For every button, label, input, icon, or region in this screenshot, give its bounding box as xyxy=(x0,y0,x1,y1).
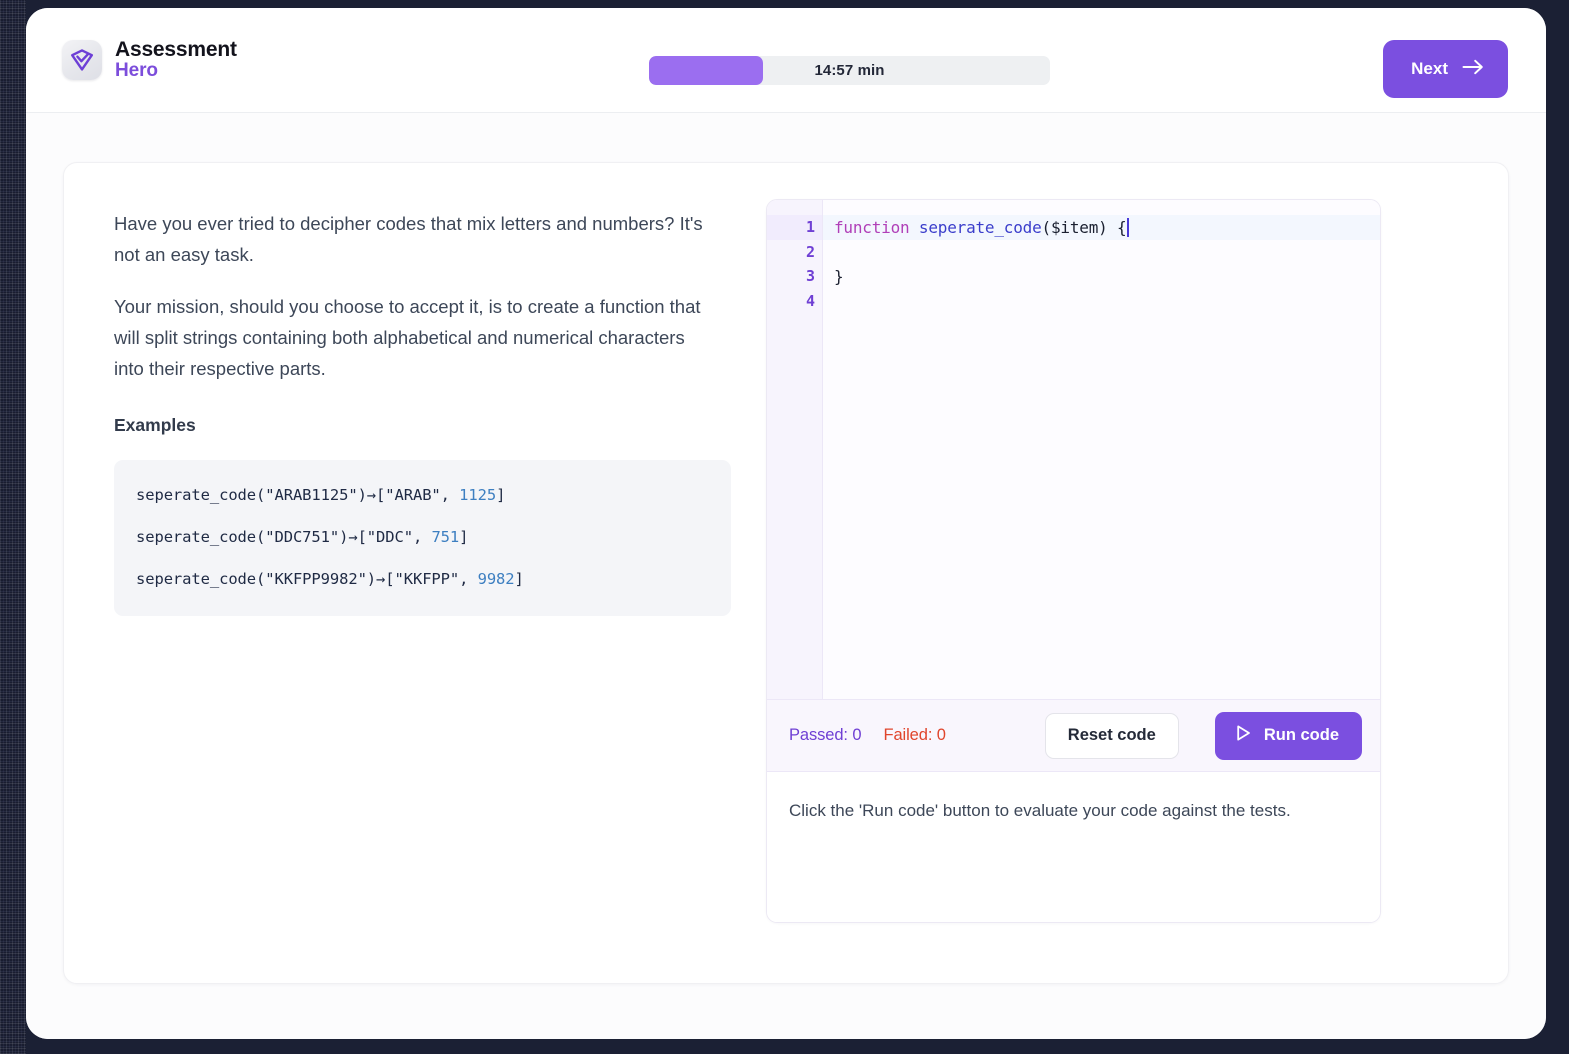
arrow-right-icon xyxy=(1462,59,1484,80)
example-result-suffix: ] xyxy=(496,485,506,504)
content-card: Have you ever tried to decipher codes th… xyxy=(63,162,1509,984)
example-call: seperate_code("KKFPP9982") xyxy=(136,569,377,588)
run-code-button[interactable]: Run code xyxy=(1214,711,1362,760)
code-editor-panel: 1 ⌄ 2 3 4 xyxy=(766,199,1381,923)
brand-line-hero: Hero xyxy=(115,60,158,82)
example-result-prefix: ["KKFPP", xyxy=(385,569,478,588)
example-call: seperate_code("ARAB1125") xyxy=(136,485,367,504)
app-window: Assessment Hero 14:57 min Next Have you … xyxy=(26,8,1546,1039)
example-arrow-icon: → xyxy=(348,527,358,546)
example-result-prefix: ["DDC", xyxy=(357,527,432,546)
example-result-number: 1125 xyxy=(459,485,497,504)
brand-text: Assessment Hero xyxy=(115,37,237,82)
line-number: 1 xyxy=(805,218,815,237)
line-number-row: 3 xyxy=(767,264,822,289)
example-arrow-icon: → xyxy=(366,485,377,504)
example-arrow-icon: → xyxy=(376,569,386,588)
code-text-area[interactable]: function seperate_code ($item) { } xyxy=(823,200,1380,699)
failed-count-label: Failed: 0 xyxy=(883,726,946,744)
brand-logo[interactable]: Assessment Hero xyxy=(62,37,237,82)
editor-column: 1 ⌄ 2 3 4 xyxy=(754,199,1508,983)
examples-heading: Examples xyxy=(114,414,196,435)
code-line: function seperate_code ($item) { xyxy=(823,215,1380,240)
reset-code-button[interactable]: Reset code xyxy=(1044,712,1179,759)
line-number-row: 1 ⌄ xyxy=(767,215,838,240)
text-cursor xyxy=(1127,217,1129,237)
shield-check-logo-icon xyxy=(62,39,102,80)
next-button[interactable]: Next xyxy=(1383,40,1508,98)
example-result-suffix: ] xyxy=(514,569,524,588)
play-icon xyxy=(1235,724,1252,747)
line-number-row: 4 xyxy=(767,289,822,314)
editor-status-bar: Passed: 0 Failed: 0 Reset code Run code xyxy=(767,699,1380,772)
code-token-function-name: seperate_code xyxy=(918,217,1042,237)
example-result-prefix: ["ARAB", xyxy=(376,485,460,504)
passed-count-label: Passed: 0 xyxy=(789,726,862,744)
output-message: Click the 'Run code' button to evaluate … xyxy=(789,801,1291,820)
editor-gutter: 1 ⌄ 2 3 4 xyxy=(767,200,838,699)
example-call: seperate_code("DDC751") xyxy=(136,527,349,546)
example-result-number: 751 xyxy=(431,527,460,546)
problem-statement-panel: Have you ever tried to decipher codes th… xyxy=(64,199,754,983)
example-line: seperate_code("DDC751")→["DDC", 751] xyxy=(136,528,709,546)
example-line: seperate_code("ARAB1125")→["ARAB", 1125] xyxy=(136,486,709,504)
timer-label: 14:57 min xyxy=(814,62,885,79)
example-result-suffix: ] xyxy=(459,527,469,546)
run-code-button-label: Run code xyxy=(1263,726,1339,744)
code-editor[interactable]: 1 ⌄ 2 3 4 xyxy=(767,200,1380,699)
example-result-number: 9982 xyxy=(477,569,515,588)
timer-progress-bar: 14:57 min xyxy=(649,56,1050,85)
test-output-panel: Click the 'Run code' button to evaluate … xyxy=(767,772,1380,922)
problem-paragraph-1: Have you ever tried to decipher codes th… xyxy=(114,213,703,265)
line-number: 3 xyxy=(805,267,815,286)
code-line: } xyxy=(834,266,844,286)
code-token-signature: ($item) { xyxy=(1041,217,1127,237)
next-button-label: Next xyxy=(1411,59,1448,78)
brand-line-assessment: Assessment xyxy=(115,37,237,61)
page-body: Have you ever tried to decipher codes th… xyxy=(26,113,1546,1039)
line-number: 2 xyxy=(805,242,815,261)
app-header: Assessment Hero 14:57 min Next xyxy=(26,8,1546,113)
problem-paragraph-2: Your mission, should you choose to accep… xyxy=(114,296,701,379)
line-number: 4 xyxy=(805,291,815,310)
code-token-keyword: function xyxy=(834,217,910,237)
examples-block: seperate_code("ARAB1125")→["ARAB", 1125]… xyxy=(114,459,731,616)
line-number-row: 2 xyxy=(767,240,822,265)
example-line: seperate_code("KKFPP9982")→["KKFPP", 998… xyxy=(136,570,709,588)
